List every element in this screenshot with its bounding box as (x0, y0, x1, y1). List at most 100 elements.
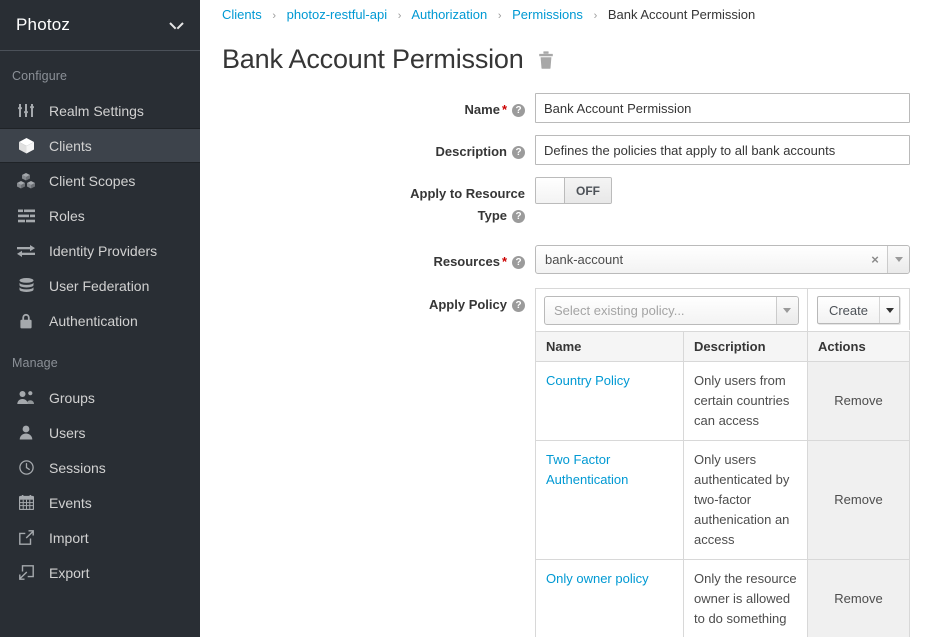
caret-down-icon[interactable] (775, 297, 798, 324)
cell-policy-name: Only owner policy (535, 559, 684, 637)
breadcrumb-item-clients[interactable]: Clients (222, 7, 262, 22)
sidebar-item-clients[interactable]: Clients (0, 128, 200, 163)
existing-policy-placeholder: Select existing policy... (554, 303, 685, 318)
name-input[interactable] (535, 93, 910, 123)
required-marker: * (501, 254, 507, 269)
sidebar-item-label: Export (49, 564, 90, 581)
breadcrumb-item-permissions[interactable]: Permissions (512, 7, 583, 22)
table-row: Only owner policy Only the resource owne… (535, 559, 910, 637)
sidebar-item-realm-settings[interactable]: Realm Settings (0, 93, 200, 128)
resources-select[interactable]: bank-account × (535, 245, 910, 274)
sidebar-item-groups[interactable]: Groups (0, 380, 200, 415)
sidebar-item-label: User Federation (49, 277, 150, 294)
apply-to-resource-type-toggle[interactable]: OFF (535, 177, 612, 204)
cube-icon (14, 137, 38, 155)
exchange-icon (14, 242, 38, 260)
breadcrumb-separator: › (272, 10, 277, 22)
realm-selector[interactable]: Photoz (0, 0, 200, 51)
create-button-container: Create (807, 288, 910, 330)
policy-link[interactable]: Only owner policy (546, 571, 649, 586)
breadcrumb-separator: › (593, 10, 598, 22)
sidebar-item-roles[interactable]: Roles (0, 198, 200, 233)
breadcrumb-item-client[interactable]: photoz-restful-api (287, 7, 387, 22)
label-apply-policy: Apply Policy? (200, 288, 535, 316)
import-arrow-icon (14, 529, 38, 547)
label-name-text: Name (464, 102, 500, 117)
remove-policy-button[interactable]: Remove (807, 361, 910, 441)
help-icon[interactable]: ? (512, 146, 525, 159)
sidebar-item-label: Events (49, 494, 92, 511)
sidebar-item-user-federation[interactable]: User Federation (0, 268, 200, 303)
help-icon[interactable]: ? (512, 299, 525, 312)
breadcrumb-separator: › (497, 10, 502, 22)
sidebar-item-import[interactable]: Import (0, 520, 200, 555)
label-resources: Resources *? (200, 245, 535, 273)
label-apply-to-resource-type-line2: Type (477, 208, 507, 223)
remove-policy-button[interactable]: Remove (807, 559, 910, 637)
cell-policy-description: Only users authenticated by two-factor a… (683, 440, 808, 560)
sidebar-section-title-configure: Configure (12, 69, 68, 83)
sidebar-item-label: Groups (49, 389, 95, 406)
realm-name: Photoz (16, 15, 71, 34)
control-resources: bank-account × (535, 245, 929, 274)
sidebar-item-label: Clients (49, 137, 92, 154)
calendar-icon (14, 494, 38, 512)
label-apply-to-resource-type: Apply to Resource Type? (200, 177, 535, 227)
sidebar-section-manage: Manage Groups Users Sessions Events Impo… (0, 338, 200, 590)
policies-table-body: Country Policy Only users from certain c… (535, 361, 910, 637)
sidebar-section-title-manage: Manage (12, 356, 58, 370)
create-policy-button[interactable]: Create (816, 296, 900, 324)
cubes-icon (14, 172, 38, 190)
sidebar-item-label: Users (49, 424, 86, 441)
caret-down-icon[interactable] (879, 297, 899, 323)
help-icon[interactable]: ? (512, 256, 525, 269)
column-header-description: Description (683, 331, 808, 362)
sidebar-item-label: Import (49, 529, 89, 546)
sidebar-item-identity-providers[interactable]: Identity Providers (0, 233, 200, 268)
users-icon (14, 389, 38, 407)
label-name: Name *? (200, 93, 535, 121)
sidebar: Photoz Configure Realm Settings Clients … (0, 0, 200, 637)
required-marker: * (501, 102, 507, 117)
control-apply-policy: Select existing policy... Create Name De… (535, 288, 929, 637)
sidebar-item-label: Roles (49, 207, 85, 224)
sliders-icon (14, 102, 38, 120)
policy-link[interactable]: Two Factor Authentication (546, 452, 628, 487)
sidebar-item-export[interactable]: Export (0, 555, 200, 590)
apply-policy-toolbar: Select existing policy... Create (535, 288, 910, 331)
label-resources-text: Resources (433, 254, 500, 269)
existing-policy-select[interactable]: Select existing policy... (544, 296, 799, 325)
sidebar-item-authentication[interactable]: Authentication (0, 303, 200, 338)
policy-link[interactable]: Country Policy (546, 373, 630, 388)
chevron-down-icon (171, 22, 182, 29)
column-header-name: Name (535, 331, 684, 362)
sidebar-item-label: Sessions (49, 459, 106, 476)
cell-policy-name: Two Factor Authentication (535, 440, 684, 560)
table-row: Country Policy Only users from certain c… (535, 361, 910, 441)
list-icon (14, 207, 38, 225)
control-description (535, 135, 929, 165)
form-row-resources: Resources *? bank-account × (200, 245, 929, 274)
policies-table: Name Description Actions Country Policy … (535, 331, 910, 637)
trash-icon[interactable] (538, 50, 554, 69)
sidebar-item-sessions[interactable]: Sessions (0, 450, 200, 485)
breadcrumb-item-current: Bank Account Permission (607, 7, 756, 22)
cell-policy-description: Only users from certain countries can ac… (683, 361, 808, 441)
caret-down-icon[interactable] (887, 246, 909, 273)
remove-policy-button[interactable]: Remove (807, 440, 910, 560)
help-icon[interactable]: ? (512, 210, 525, 223)
sidebar-item-label: Identity Providers (49, 242, 158, 259)
sidebar-item-events[interactable]: Events (0, 485, 200, 520)
description-input[interactable] (535, 135, 910, 165)
help-icon[interactable]: ? (512, 104, 525, 117)
policies-table-head: Name Description Actions (535, 331, 910, 362)
sidebar-item-users[interactable]: Users (0, 415, 200, 450)
breadcrumb-item-authorization[interactable]: Authorization (411, 7, 487, 22)
label-description-text: Description (435, 144, 507, 159)
close-icon[interactable]: × (863, 252, 887, 267)
resources-selected-value: bank-account (545, 252, 624, 267)
table-header-row: Name Description Actions (535, 331, 910, 362)
sidebar-item-client-scopes[interactable]: Client Scopes (0, 163, 200, 198)
form-row-name: Name *? (200, 93, 929, 123)
label-apply-to-resource-type-line1: Apply to Resource (410, 186, 525, 201)
